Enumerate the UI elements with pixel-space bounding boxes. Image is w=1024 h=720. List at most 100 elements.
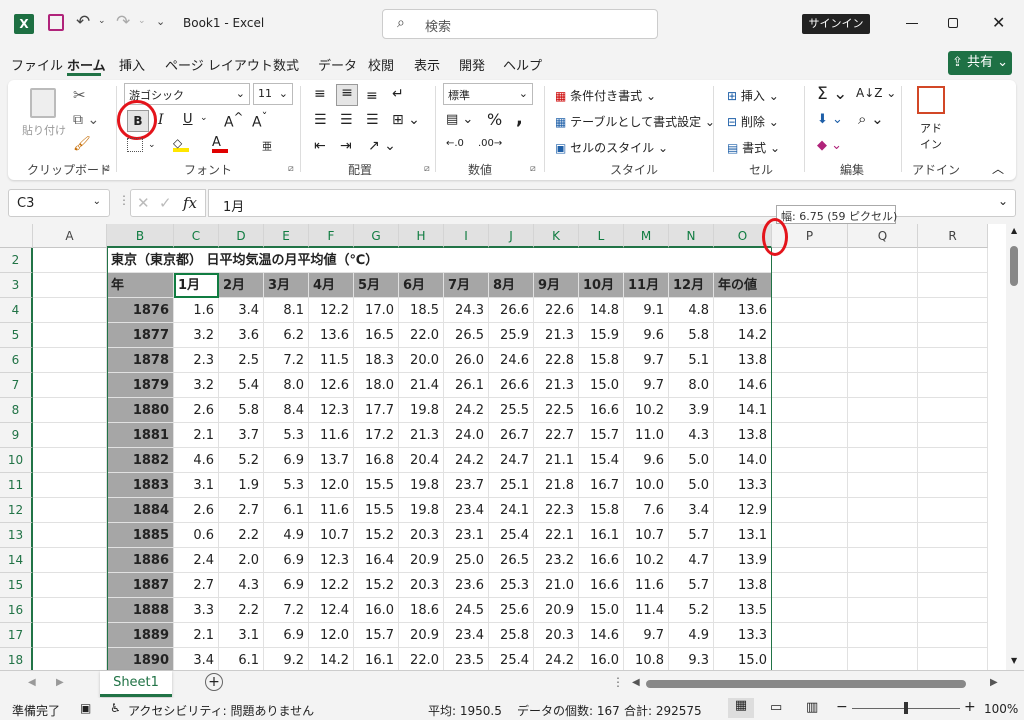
column-header[interactable]: D: [219, 224, 264, 248]
zoom-level[interactable]: 100%: [984, 702, 1018, 716]
table-cell[interactable]: 8.0: [669, 373, 714, 398]
cell[interactable]: [918, 523, 988, 548]
table-cell[interactable]: 16.1: [354, 648, 399, 670]
table-cell[interactable]: 14.8: [579, 298, 624, 323]
table-cell[interactable]: 14.0: [714, 448, 772, 473]
table-cell[interactable]: 26.0: [444, 348, 489, 373]
search-box[interactable]: ⌕ 検索: [382, 9, 658, 39]
cell[interactable]: [918, 373, 988, 398]
header-month[interactable]: 2月: [219, 273, 264, 298]
cell[interactable]: [848, 423, 918, 448]
enter-icon[interactable]: ✓: [159, 194, 172, 212]
cell[interactable]: [848, 473, 918, 498]
header-month[interactable]: 4月: [309, 273, 354, 298]
table-cell[interactable]: 6.9: [264, 448, 309, 473]
row-header[interactable]: 7: [0, 373, 33, 398]
table-cell[interactable]: 6.9: [264, 548, 309, 573]
table-cell[interactable]: 18.0: [354, 373, 399, 398]
select-all-corner[interactable]: [0, 224, 33, 248]
cell[interactable]: [33, 498, 107, 523]
cell[interactable]: [772, 623, 848, 648]
cell[interactable]: [33, 448, 107, 473]
table-cell[interactable]: 15.5: [354, 473, 399, 498]
addins-icon[interactable]: [917, 86, 945, 114]
table-cell[interactable]: 13.6: [309, 323, 354, 348]
table-cell[interactable]: 14.1: [714, 398, 772, 423]
table-cell[interactable]: 2.2: [219, 523, 264, 548]
cell[interactable]: [918, 348, 988, 373]
zoom-slider-thumb[interactable]: [904, 702, 908, 714]
table-cell[interactable]: 2.1: [174, 623, 219, 648]
row-header[interactable]: 18: [0, 648, 33, 670]
table-cell[interactable]: 9.6: [624, 448, 669, 473]
fill-icon[interactable]: ⬇ ⌄: [817, 112, 843, 127]
vertical-scrollbar[interactable]: ▲ ▼: [1006, 224, 1024, 670]
increase-decimal-icon[interactable]: ←.0: [446, 138, 464, 149]
cancel-icon[interactable]: ✕: [137, 194, 150, 212]
table-cell[interactable]: 25.5: [489, 398, 534, 423]
table-cell[interactable]: 9.1: [624, 298, 669, 323]
column-header[interactable]: C: [174, 224, 219, 248]
tab-review[interactable]: 校閲: [368, 55, 394, 74]
table-cell[interactable]: 22.8: [534, 348, 579, 373]
table-cell[interactable]: 2.6: [174, 398, 219, 423]
cell[interactable]: [33, 323, 107, 348]
table-cell[interactable]: 16.5: [354, 323, 399, 348]
comma-icon[interactable]: ,: [516, 108, 523, 129]
year-cell[interactable]: 1886: [107, 548, 174, 573]
cell[interactable]: [772, 323, 848, 348]
cell[interactable]: [33, 623, 107, 648]
accessibility-icon[interactable]: ♿: [110, 701, 121, 715]
table-cell[interactable]: 12.4: [309, 598, 354, 623]
add-sheet-icon[interactable]: +: [205, 673, 223, 691]
table-cell[interactable]: 22.0: [399, 648, 444, 670]
column-header[interactable]: E: [264, 224, 309, 248]
cell[interactable]: [33, 423, 107, 448]
column-header[interactable]: N: [669, 224, 714, 248]
align-top-icon[interactable]: ≡: [314, 86, 326, 102]
cell[interactable]: [33, 573, 107, 598]
table-cell[interactable]: 3.1: [219, 623, 264, 648]
table-cell[interactable]: 2.7: [174, 573, 219, 598]
font-color-icon[interactable]: A: [212, 135, 228, 153]
table-cell[interactable]: 5.0: [669, 473, 714, 498]
tab-insert[interactable]: 挿入: [119, 55, 145, 74]
font-size-dropdown[interactable]: 11 ⌄: [253, 83, 293, 105]
decrease-decimal-icon[interactable]: .00→: [478, 138, 502, 149]
cell[interactable]: [848, 523, 918, 548]
table-cell[interactable]: 19.8: [399, 398, 444, 423]
header-month[interactable]: 12月: [669, 273, 714, 298]
cell[interactable]: [33, 548, 107, 573]
table-cell[interactable]: 17.0: [354, 298, 399, 323]
table-cell[interactable]: 13.7: [309, 448, 354, 473]
row-header[interactable]: 15: [0, 573, 33, 598]
header-month[interactable]: 9月: [534, 273, 579, 298]
collapse-ribbon-icon[interactable]: ︿: [992, 160, 1004, 177]
table-cell[interactable]: 19.8: [399, 473, 444, 498]
cell[interactable]: [772, 373, 848, 398]
table-cell[interactable]: 16.0: [579, 648, 624, 670]
expand-formula-icon[interactable]: ⌄: [998, 194, 1008, 208]
table-cell[interactable]: 13.3: [714, 473, 772, 498]
table-cell[interactable]: 12.0: [309, 623, 354, 648]
scroll-left-icon[interactable]: ◀: [632, 677, 640, 688]
row-header[interactable]: 6: [0, 348, 33, 373]
table-cell[interactable]: 13.6: [714, 298, 772, 323]
table-cell[interactable]: 21.1: [534, 448, 579, 473]
table-cell[interactable]: 5.2: [669, 598, 714, 623]
tab-data[interactable]: データ: [318, 55, 357, 74]
table-cell[interactable]: 10.7: [624, 523, 669, 548]
table-cell[interactable]: 11.0: [624, 423, 669, 448]
table-cell[interactable]: 1.6: [174, 298, 219, 323]
page-break-view-icon[interactable]: ▥: [806, 700, 818, 715]
table-cell[interactable]: 3.4: [219, 298, 264, 323]
table-cell[interactable]: 9.6: [624, 323, 669, 348]
table-cell[interactable]: 12.2: [309, 298, 354, 323]
table-cell[interactable]: 12.2: [309, 573, 354, 598]
row-header[interactable]: 4: [0, 298, 33, 323]
table-cell[interactable]: 4.6: [174, 448, 219, 473]
table-cell[interactable]: 10.8: [624, 648, 669, 670]
table-cell[interactable]: 24.2: [534, 648, 579, 670]
increase-indent-icon[interactable]: ⇥: [340, 138, 352, 154]
table-cell[interactable]: 8.1: [264, 298, 309, 323]
